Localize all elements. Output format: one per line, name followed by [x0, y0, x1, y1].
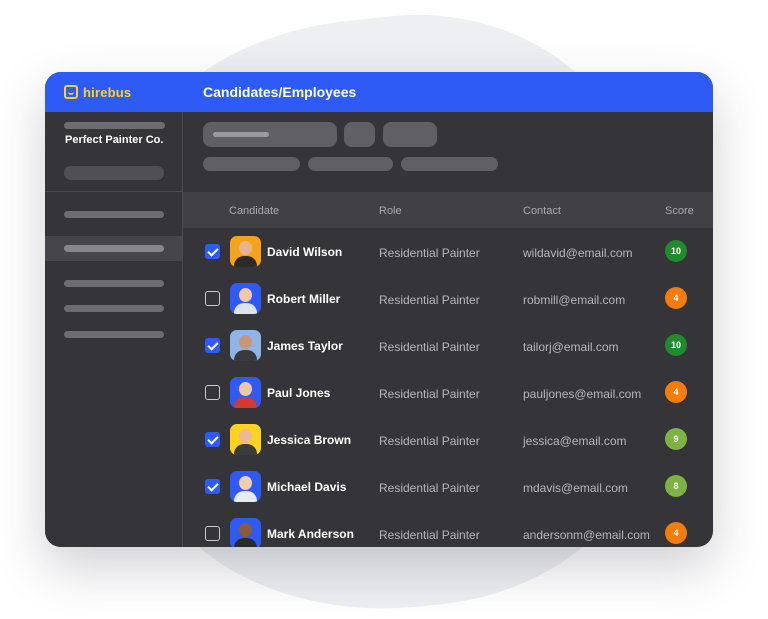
candidate-role: Residential Painter — [379, 481, 480, 495]
candidate-name[interactable]: James Taylor — [267, 339, 343, 353]
avatar-head — [239, 523, 252, 537]
table-row[interactable]: James Taylor Residential Painter tailorj… — [183, 322, 713, 369]
filter-chip-2[interactable] — [308, 157, 393, 171]
avatar-body — [234, 303, 257, 314]
candidate-role: Residential Painter — [379, 434, 480, 448]
table-header: Candidate Role Contact Score — [183, 192, 713, 228]
search-placeholder[interactable] — [203, 122, 337, 147]
sidebar: Perfect Painter Co. — [45, 112, 183, 547]
candidate-name[interactable]: Paul Jones — [267, 386, 330, 400]
table-row[interactable]: David Wilson Residential Painter wildavi… — [183, 228, 713, 275]
score-badge: 9 — [665, 428, 687, 450]
candidate-contact[interactable]: jessica@email.com — [523, 434, 627, 448]
candidate-name[interactable]: Mark Anderson — [267, 527, 354, 541]
candidate-name[interactable]: Robert Miller — [267, 292, 340, 306]
checkbox-checked[interactable] — [205, 432, 220, 447]
table-row[interactable]: Mark Anderson Residential Painter anders… — [183, 510, 713, 547]
candidate-contact[interactable]: wildavid@email.com — [523, 246, 633, 260]
avatar-head — [239, 382, 252, 396]
search-placeholder-text — [213, 132, 269, 137]
checkbox-checked[interactable] — [205, 244, 220, 259]
header-contact[interactable]: Contact — [523, 205, 561, 217]
brand[interactable]: hirebus — [45, 85, 183, 100]
avatar — [230, 424, 261, 455]
sidebar-item-5[interactable] — [45, 322, 182, 347]
score-badge: 4 — [665, 287, 687, 309]
page-title: Candidates/Employees — [203, 84, 357, 100]
table-row[interactable]: Paul Jones Residential Painter pauljones… — [183, 369, 713, 416]
avatar-head — [239, 476, 252, 490]
avatar — [230, 471, 261, 502]
candidate-contact[interactable]: robmill@email.com — [523, 293, 625, 307]
score-badge: 8 — [665, 475, 687, 497]
sidebar-item-1[interactable] — [45, 202, 182, 227]
avatar-body — [234, 444, 257, 455]
sidebar-item-2-active[interactable] — [45, 236, 182, 261]
candidate-contact[interactable]: tailorj@email.com — [523, 340, 619, 354]
candidate-contact[interactable]: andersonm@email.com — [523, 528, 650, 542]
checkbox[interactable] — [205, 291, 220, 306]
avatar-body — [234, 350, 257, 361]
checkbox-checked[interactable] — [205, 338, 220, 353]
company-select-placeholder[interactable] — [64, 166, 164, 180]
avatar-body — [234, 256, 257, 267]
avatar — [230, 518, 261, 547]
avatar — [230, 377, 261, 408]
hirebus-logo-icon — [64, 85, 78, 99]
filter-area — [183, 112, 713, 192]
avatar-body — [234, 538, 257, 547]
sidebar-item-placeholder — [64, 245, 164, 252]
candidate-role: Residential Painter — [379, 387, 480, 401]
table-row[interactable]: Michael Davis Residential Painter mdavis… — [183, 463, 713, 510]
avatar — [230, 283, 261, 314]
candidate-role: Residential Painter — [379, 293, 480, 307]
header-role[interactable]: Role — [379, 205, 402, 217]
sidebar-item-3[interactable] — [45, 271, 182, 296]
sidebar-item-4[interactable] — [45, 296, 182, 321]
company-block: Perfect Painter Co. — [45, 112, 182, 192]
avatar-head — [239, 335, 252, 349]
checkbox[interactable] — [205, 385, 220, 400]
candidate-name[interactable]: Jessica Brown — [267, 433, 351, 447]
header-candidate[interactable]: Candidate — [229, 205, 279, 217]
sidebar-item-placeholder — [64, 211, 164, 218]
avatar-body — [234, 397, 257, 408]
score-badge: 4 — [665, 381, 687, 403]
avatar-head — [239, 241, 252, 255]
filter-chip-1[interactable] — [203, 157, 300, 171]
avatar — [230, 330, 261, 361]
candidate-name[interactable]: Michael Davis — [267, 480, 346, 494]
placeholder-bar — [64, 122, 165, 129]
avatar-head — [239, 288, 252, 302]
sidebar-item-placeholder — [64, 305, 164, 312]
sidebar-item-placeholder — [64, 331, 164, 338]
score-badge: 4 — [665, 522, 687, 544]
header-score[interactable]: Score — [665, 205, 694, 217]
filter-button-placeholder[interactable] — [344, 122, 375, 147]
top-bar: hirebus Candidates/Employees — [45, 72, 713, 112]
app-window: hirebus Candidates/Employees Perfect Pai… — [45, 72, 713, 547]
avatar-body — [234, 491, 257, 502]
checkbox-checked[interactable] — [205, 479, 220, 494]
brand-name: hirebus — [83, 84, 132, 100]
candidate-role: Residential Painter — [379, 528, 480, 542]
table-row[interactable]: Jessica Brown Residential Painter jessic… — [183, 416, 713, 463]
candidate-name[interactable]: David Wilson — [267, 245, 342, 259]
candidate-role: Residential Painter — [379, 340, 480, 354]
avatar-head — [239, 429, 252, 443]
candidate-contact[interactable]: pauljones@email.com — [523, 387, 641, 401]
action-button-placeholder[interactable] — [383, 122, 437, 147]
filter-chip-3[interactable] — [401, 157, 498, 171]
main-content: Candidate Role Contact Score David Wilso… — [183, 112, 713, 547]
company-name: Perfect Painter Co. — [65, 134, 164, 146]
score-badge: 10 — [665, 334, 687, 356]
candidate-contact[interactable]: mdavis@email.com — [523, 481, 628, 495]
score-badge: 10 — [665, 240, 687, 262]
checkbox[interactable] — [205, 526, 220, 541]
table-row[interactable]: Robert Miller Residential Painter robmil… — [183, 275, 713, 322]
avatar — [230, 236, 261, 267]
sidebar-item-placeholder — [64, 280, 164, 287]
candidate-role: Residential Painter — [379, 246, 480, 260]
